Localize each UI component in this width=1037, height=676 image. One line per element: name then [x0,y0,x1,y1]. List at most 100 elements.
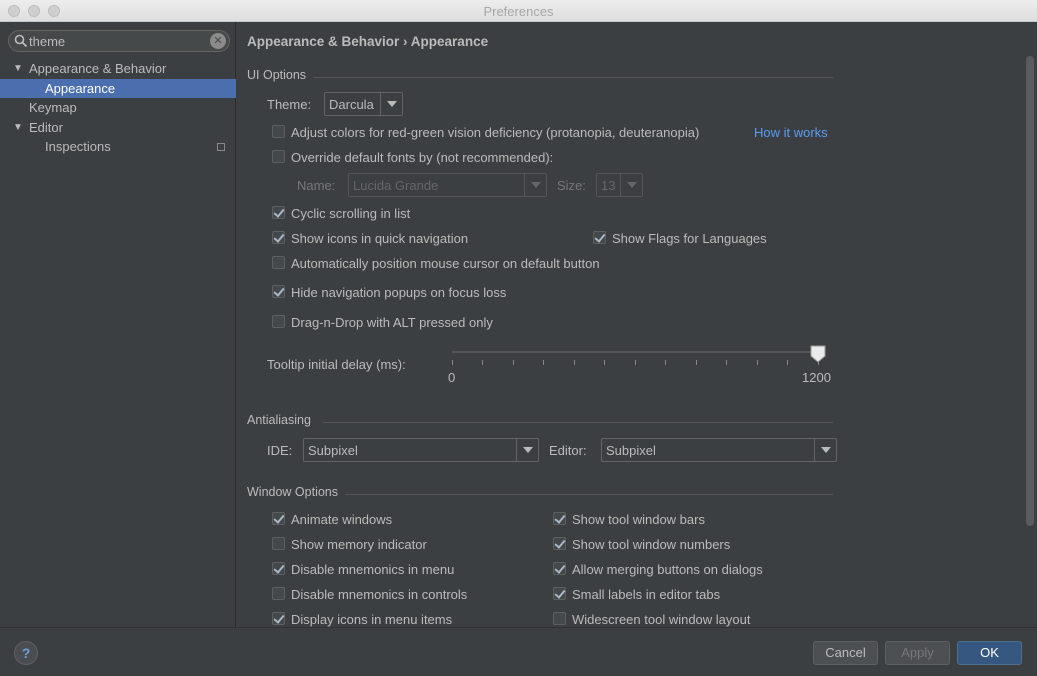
settings-tree: ▼ Appearance & Behavior Appearance Keyma… [0,59,236,157]
chevron-down-icon [516,439,538,461]
show-flags-checkbox[interactable] [593,231,606,244]
show-icons-quick-nav-label: Show icons in quick navigation [291,231,469,246]
editor-antialiasing-value: Subpixel [606,443,656,458]
tree-item-appearance[interactable]: Appearance [0,78,236,98]
tree-item-keymap[interactable]: Keymap [0,98,236,118]
slider-tick [574,360,575,365]
chevron-down-icon [380,93,402,115]
tree-item-editor[interactable]: ▼ Editor [0,118,236,138]
tree-item-inspections[interactable]: Inspections [0,137,236,157]
cancel-button[interactable]: Cancel [813,641,878,665]
cyclic-scrolling-label: Cyclic scrolling in list [291,206,411,221]
slider-tick [482,360,483,365]
slider-tick [513,360,514,365]
show-tool-window-numbers-checkbox[interactable] [553,537,566,550]
section-divider [345,494,833,495]
display-icons-menu-checkbox[interactable] [272,612,285,625]
small-labels-tabs-label: Small labels in editor tabs [572,587,721,602]
override-fonts-checkbox[interactable] [272,150,285,163]
animate-windows-label: Animate windows [291,512,393,527]
ide-antialiasing-dropdown[interactable]: Subpixel [303,438,539,462]
auto-position-mouse-label: Automatically position mouse cursor on d… [291,256,600,271]
search-input[interactable] [29,32,209,50]
show-memory-indicator-checkbox[interactable] [272,537,285,550]
settings-panel: Appearance & Behavior › Appearance UI Op… [237,22,1037,627]
show-memory-indicator-label: Show memory indicator [291,537,427,552]
font-name-label: Name: [297,178,336,193]
show-icons-quick-nav-checkbox[interactable] [272,231,285,244]
section-divider [313,77,833,78]
cyclic-scrolling-checkbox[interactable] [272,206,285,219]
adjust-colors-label: Adjust colors for red-green vision defic… [291,125,700,140]
tooltip-delay-slider-track[interactable] [452,351,819,353]
help-button[interactable]: ? [14,641,38,665]
chevron-down-icon [524,174,546,196]
small-labels-tabs-checkbox[interactable] [553,587,566,600]
expanded-arrow-icon[interactable]: ▼ [13,59,23,78]
expanded-arrow-icon[interactable]: ▼ [13,118,23,137]
theme-label: Theme: [267,97,312,112]
adjust-colors-checkbox[interactable] [272,125,285,138]
allow-merging-buttons-label: Allow merging buttons on dialogs [572,562,763,577]
drag-n-drop-label: Drag-n-Drop with ALT pressed only [291,315,493,330]
section-title-antialiasing: Antialiasing [247,413,311,427]
search-icon [14,34,28,48]
breadcrumb: Appearance & Behavior › Appearance [247,34,489,49]
show-flags-label: Show Flags for Languages [612,231,767,246]
theme-dropdown[interactable]: Darcula [324,92,403,116]
chevron-down-icon [620,174,642,196]
disable-mnemonics-menu-label: Disable mnemonics in menu [291,562,455,577]
tree-item-label: Editor [29,119,63,135]
widescreen-layout-label: Widescreen tool window layout [572,612,751,627]
tooltip-min-label: 0 [448,370,456,385]
slider-tick [726,360,727,365]
widescreen-layout-checkbox[interactable] [553,612,566,625]
editor-antialiasing-dropdown[interactable]: Subpixel [601,438,837,462]
section-divider [323,422,833,423]
disable-mnemonics-controls-checkbox[interactable] [272,587,285,600]
hide-nav-popups-label: Hide navigation popups on focus loss [291,285,507,300]
font-name-dropdown[interactable]: Lucida Grande [348,173,547,197]
how-it-works-link[interactable]: How it works [754,125,828,140]
tree-item-label: Keymap [29,100,77,115]
slider-tick [543,360,544,365]
drag-n-drop-checkbox[interactable] [272,315,285,328]
search-box: ✕ [8,30,230,52]
ide-antialiasing-label: IDE: [267,443,293,458]
tree-item-label: Appearance & Behavior [29,61,167,76]
tooltip-delay-slider-thumb[interactable] [810,345,826,363]
display-icons-menu-label: Display icons in menu items [291,612,453,627]
font-name-value: Lucida Grande [353,178,439,193]
show-tool-window-bars-checkbox[interactable] [553,512,566,525]
clear-search-icon[interactable]: ✕ [210,33,226,49]
section-title-window-options: Window Options [247,485,339,499]
disable-mnemonics-menu-checkbox[interactable] [272,562,285,575]
allow-merging-buttons-checkbox[interactable] [553,562,566,575]
auto-position-mouse-checkbox[interactable] [272,256,285,269]
dialog-button-bar: ? Cancel Apply OK [0,627,1037,676]
tooltip-max-label: 1200 [802,370,831,385]
show-tool-window-bars-label: Show tool window bars [572,512,705,527]
font-size-value: 13 [601,178,616,193]
slider-tick [696,360,697,365]
ok-button[interactable]: OK [957,641,1022,665]
font-size-dropdown[interactable]: 13 [596,173,643,197]
vertical-scrollbar[interactable] [1026,56,1034,526]
window-title: Preferences [483,4,554,19]
slider-tick [787,360,788,365]
show-tool-window-numbers-label: Show tool window numbers [572,537,731,552]
tree-item-label: Appearance [45,80,116,96]
hide-nav-popups-checkbox[interactable] [272,285,285,298]
override-fonts-label: Override default fonts by (not recommend… [291,150,554,165]
sidebar: ✕ ▼ Appearance & Behavior Appearance Key… [0,22,236,627]
slider-tick [604,360,605,365]
chevron-down-icon [814,439,836,461]
theme-value: Darcula [329,97,374,112]
project-scope-icon [217,143,225,151]
tree-item-appearance-behavior[interactable]: ▼ Appearance & Behavior [0,59,236,79]
apply-button[interactable]: Apply [885,641,950,665]
slider-tick [452,360,453,365]
animate-windows-checkbox[interactable] [272,512,285,525]
editor-antialiasing-label: Editor: [549,443,587,458]
disable-mnemonics-controls-label: Disable mnemonics in controls [291,587,468,602]
